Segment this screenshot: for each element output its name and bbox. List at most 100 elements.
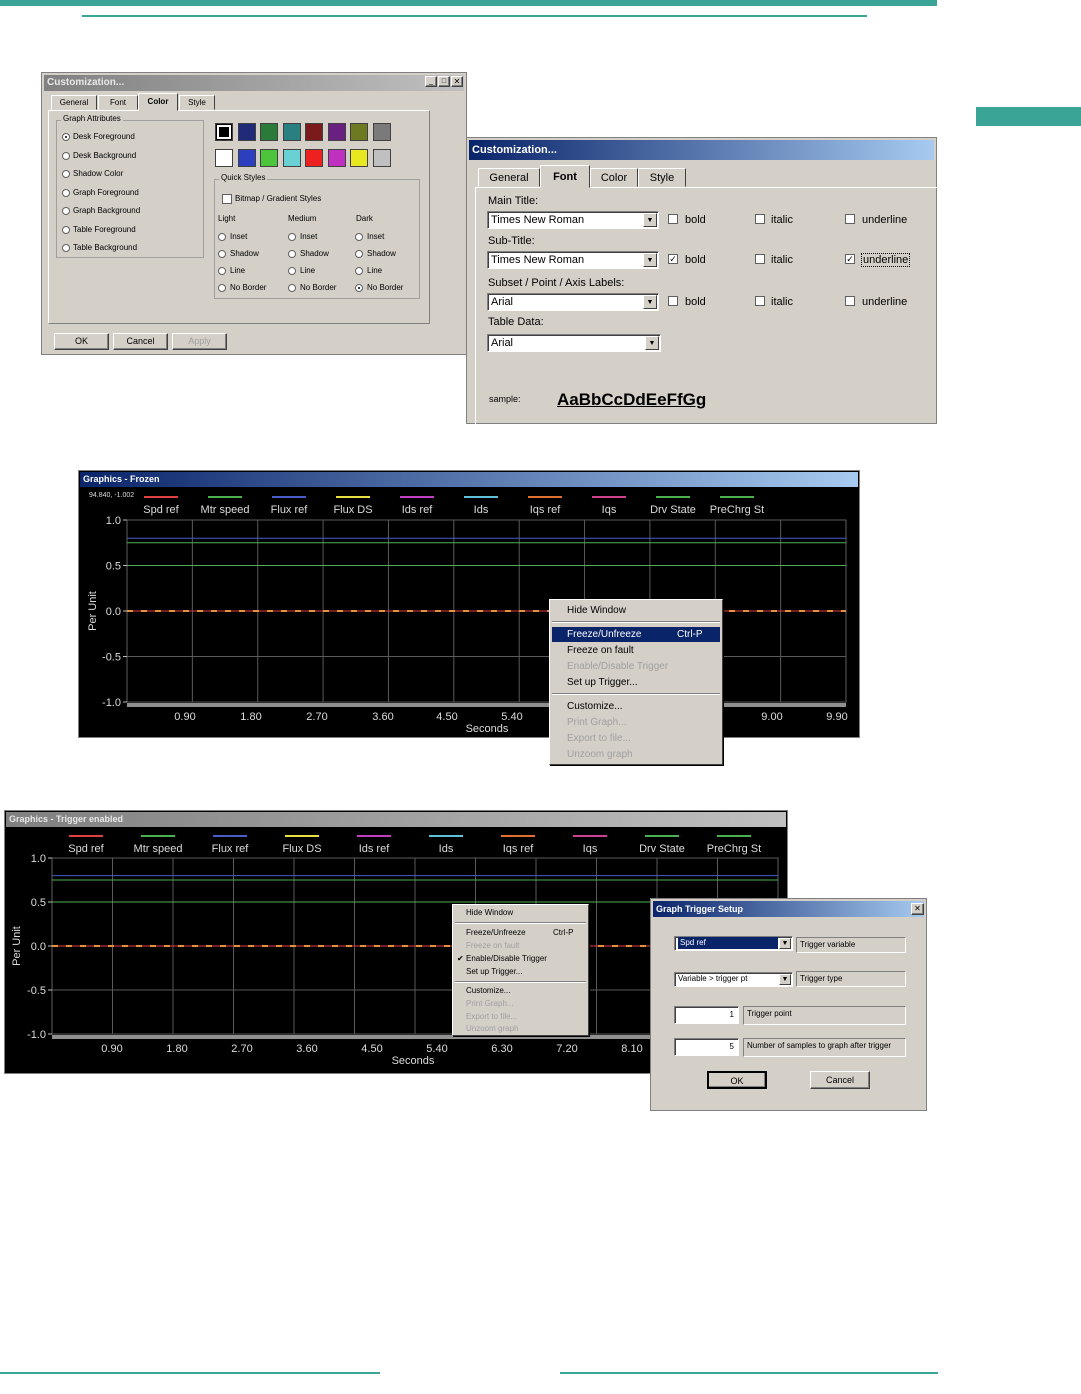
menu-freeze-unfreeze[interactable]: Freeze/Unfreeze Ctrl-P bbox=[552, 627, 720, 642]
tab-font[interactable]: Font bbox=[540, 165, 590, 188]
main-title-font-select[interactable]: Times New Roman ▼ bbox=[487, 211, 659, 229]
attribute-radio[interactable] bbox=[62, 170, 70, 178]
main-title-italic-checkbox[interactable] bbox=[755, 214, 765, 224]
attribute-radio[interactable] bbox=[62, 244, 70, 252]
cancel-button[interactable]: Cancel bbox=[113, 333, 168, 350]
graph1-plot[interactable]: Spd ref Mtr speed Flux ref Flux DS Ids ref Id… bbox=[80, 487, 860, 737]
menu-enable-trigger-label: Enable/Disable Trigger bbox=[466, 954, 547, 963]
quick-style-radio[interactable] bbox=[288, 250, 296, 258]
menu-hide-window[interactable]: Hide Window bbox=[455, 907, 586, 919]
tab-general[interactable]: General bbox=[478, 168, 540, 187]
legend-label: Iqs ref bbox=[503, 843, 535, 855]
color-swatch[interactable] bbox=[327, 123, 346, 141]
dropdown-arrow-icon[interactable]: ▼ bbox=[643, 213, 657, 227]
menu-customize[interactable]: Customize... bbox=[455, 985, 586, 997]
color-swatch[interactable] bbox=[327, 149, 346, 167]
menu-hide-window[interactable]: Hide Window bbox=[552, 603, 720, 618]
dropdown-arrow-icon[interactable]: ▼ bbox=[779, 974, 791, 985]
quick-style-radio[interactable] bbox=[288, 284, 296, 292]
menu-freeze-on-fault[interactable]: Freeze on fault bbox=[455, 940, 586, 952]
dropdown-arrow-icon[interactable]: ▼ bbox=[645, 336, 659, 350]
table-font-select[interactable]: Arial ▼ bbox=[487, 334, 661, 352]
menu-unzoom[interactable]: Unzoom graph bbox=[455, 1023, 586, 1035]
color-swatch[interactable] bbox=[215, 149, 233, 167]
quick-style-radio[interactable] bbox=[355, 250, 363, 258]
menu-export[interactable]: Export to file... bbox=[455, 1011, 586, 1023]
menu-set-up-trigger[interactable]: Set up Trigger... bbox=[552, 675, 720, 690]
close-button[interactable]: ✕ bbox=[451, 76, 463, 87]
main-title-bold-checkbox[interactable] bbox=[668, 214, 678, 224]
menu-set-up-trigger[interactable]: Set up Trigger... bbox=[455, 966, 586, 978]
attribute-radio[interactable] bbox=[62, 151, 70, 160]
tab-general[interactable]: General bbox=[51, 95, 97, 110]
tab-color[interactable]: Color bbox=[590, 168, 638, 187]
apply-button[interactable]: Apply bbox=[172, 333, 227, 350]
menu-print-graph[interactable]: Print Graph... bbox=[552, 715, 720, 730]
tab-font[interactable]: Font bbox=[98, 95, 138, 110]
color-swatch[interactable] bbox=[237, 123, 256, 141]
cancel-button[interactable]: Cancel bbox=[810, 1071, 870, 1089]
samples-after-trigger-input[interactable]: 5 bbox=[674, 1038, 739, 1056]
menu-print-graph[interactable]: Print Graph... bbox=[455, 998, 586, 1010]
color-swatch[interactable] bbox=[350, 149, 368, 167]
quick-style-radio[interactable] bbox=[218, 233, 226, 241]
menu-enable-disable-trigger[interactable]: Enable/Disable Trigger bbox=[552, 659, 720, 674]
quick-style-radio[interactable] bbox=[355, 267, 363, 275]
color-swatch[interactable] bbox=[237, 149, 256, 167]
trigger-point-input[interactable]: 1 bbox=[674, 1006, 739, 1024]
dropdown-arrow-icon[interactable]: ▼ bbox=[779, 938, 791, 949]
quick-style-radio[interactable] bbox=[355, 233, 363, 241]
color-swatch[interactable] bbox=[282, 123, 301, 141]
sub-title-font-select[interactable]: Times New Roman ▼ bbox=[487, 251, 659, 269]
quick-style-radio[interactable] bbox=[288, 233, 296, 241]
color-swatch[interactable] bbox=[260, 123, 278, 141]
ok-button[interactable]: OK bbox=[707, 1071, 767, 1089]
menu-export[interactable]: Export to file... bbox=[552, 731, 720, 746]
sub-title-underline-checkbox[interactable]: ✓ bbox=[845, 254, 855, 264]
tab-color[interactable]: Color bbox=[138, 93, 178, 111]
color-swatch[interactable] bbox=[305, 149, 323, 167]
menu-enable-disable-trigger[interactable]: ✔ Enable/Disable Trigger bbox=[455, 953, 586, 965]
dropdown-arrow-icon[interactable]: ▼ bbox=[643, 253, 657, 267]
trigger-type-select[interactable]: Variable > trigger pt ▼ bbox=[674, 972, 793, 987]
quick-style-radio[interactable] bbox=[288, 267, 296, 275]
quick-style-radio[interactable] bbox=[218, 284, 226, 292]
sub-title-bold-checkbox[interactable]: ✓ bbox=[668, 254, 678, 264]
sub-title-italic-checkbox[interactable] bbox=[755, 254, 765, 264]
tab-style[interactable]: Style bbox=[179, 95, 215, 110]
minimize-button[interactable]: _ bbox=[425, 76, 437, 87]
menu-freeze-on-fault[interactable]: Freeze on fault bbox=[552, 643, 720, 658]
attribute-radio[interactable] bbox=[62, 207, 70, 215]
quick-style-radio[interactable] bbox=[355, 284, 363, 292]
subset-font-select[interactable]: Arial ▼ bbox=[487, 293, 659, 311]
tab-style[interactable]: Style bbox=[638, 168, 686, 187]
quick-style-radio[interactable] bbox=[218, 250, 226, 258]
trigger-variable-select[interactable]: Spd ref ▼ bbox=[674, 936, 793, 951]
color-swatch[interactable] bbox=[305, 123, 323, 141]
menu-unzoom[interactable]: Unzoom graph bbox=[552, 747, 720, 762]
menu-customize[interactable]: Customize... bbox=[552, 699, 720, 714]
bitmap-gradient-checkbox[interactable] bbox=[222, 194, 232, 204]
subset-underline-checkbox[interactable] bbox=[845, 296, 855, 306]
subset-bold-checkbox[interactable] bbox=[668, 296, 678, 306]
color-swatch[interactable] bbox=[350, 123, 368, 141]
color-swatch[interactable] bbox=[215, 123, 233, 141]
color-swatch[interactable] bbox=[260, 149, 278, 167]
ok-button[interactable]: OK bbox=[54, 333, 109, 350]
subset-italic-checkbox[interactable] bbox=[755, 296, 765, 306]
color-swatch[interactable] bbox=[282, 149, 301, 167]
quick-style-radio[interactable] bbox=[218, 267, 226, 275]
attribute-radio[interactable] bbox=[62, 188, 70, 197]
color-swatch[interactable] bbox=[372, 149, 391, 167]
color-swatch[interactable] bbox=[372, 123, 391, 141]
close-button[interactable]: ✕ bbox=[911, 903, 924, 915]
sub-title-font-value: Times New Roman bbox=[491, 254, 585, 266]
dropdown-arrow-icon[interactable]: ▼ bbox=[643, 295, 657, 309]
checkmark-icon: ✔ bbox=[457, 954, 464, 963]
attribute-radio[interactable] bbox=[62, 133, 70, 141]
legend-label: Drv State bbox=[650, 504, 696, 516]
main-title-underline-checkbox[interactable] bbox=[845, 214, 855, 224]
maximize-button[interactable]: □ bbox=[438, 76, 450, 87]
attribute-radio[interactable] bbox=[62, 225, 70, 234]
menu-freeze-unfreeze[interactable]: Freeze/Unfreeze Ctrl-P bbox=[455, 927, 586, 939]
